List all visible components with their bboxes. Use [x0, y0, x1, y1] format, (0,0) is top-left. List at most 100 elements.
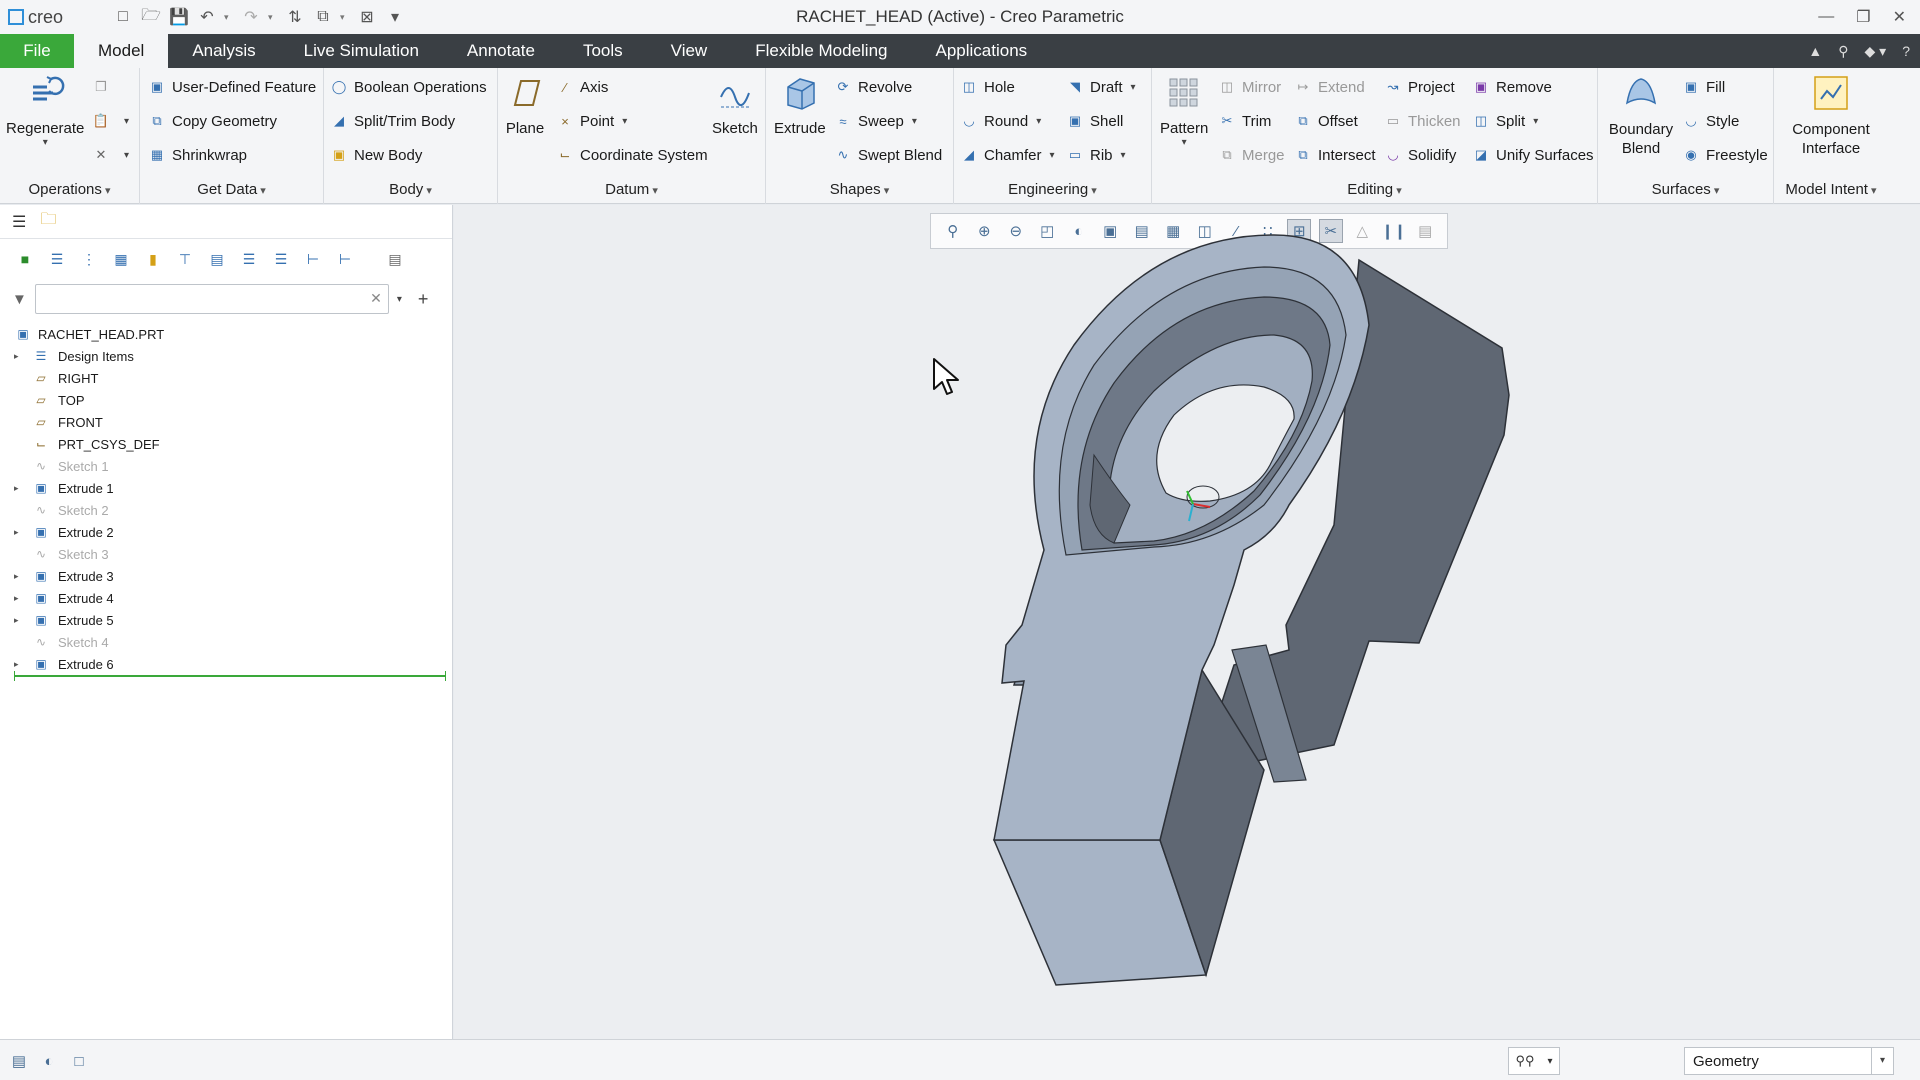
- graphics-window[interactable]: ⚲ ⊕ ⊖ ◰ ◐ ▣ ▤ ▦ ◫ ⁄ ∷ ⊞ ✂ △ ❙❙ ▤: [454, 205, 1920, 1039]
- freestyle-button[interactable]: ◉ Freestyle: [1682, 146, 1767, 164]
- undo-icon[interactable]: ↶: [196, 6, 218, 28]
- pattern-button[interactable]: Pattern ▾: [1160, 72, 1208, 148]
- column-display-icon[interactable]: ▦: [110, 248, 132, 270]
- tree-item[interactable]: ▸ ▣ Extrude 4: [14, 587, 452, 609]
- tree-item[interactable]: ▸ ▣ Extrude 6: [14, 653, 452, 675]
- help-icon[interactable]: ?: [1902, 43, 1910, 59]
- rib-button[interactable]: ▭ Rib ▾: [1066, 146, 1126, 164]
- round-dropdown-icon[interactable]: ▾: [1036, 116, 1041, 127]
- copy-button[interactable]: ❐: [92, 78, 116, 96]
- collapse-all-icon[interactable]: ⋮: [78, 248, 100, 270]
- selection-filter-dropdown-icon[interactable]: ▾: [1871, 1048, 1893, 1074]
- close-window-icon[interactable]: ⊠: [356, 6, 378, 28]
- solidify-button[interactable]: ◡ Solidify: [1384, 146, 1456, 164]
- new-body-button[interactable]: ▣ New Body: [330, 146, 423, 164]
- tab-view[interactable]: View: [647, 34, 732, 68]
- round-button[interactable]: ◡ Round ▾: [960, 112, 1041, 130]
- plane-button[interactable]: Plane: [504, 72, 546, 137]
- tab-flexible-modeling[interactable]: Flexible Modeling: [731, 34, 911, 68]
- group-label-operations[interactable]: Operations: [0, 181, 139, 198]
- expand-arrow-icon[interactable]: ▸: [14, 659, 32, 670]
- tree-columns-icon[interactable]: ▤: [206, 248, 228, 270]
- swept-blend-button[interactable]: ∿ Swept Blend: [834, 146, 943, 164]
- clear-search-icon[interactable]: ✕: [370, 290, 382, 307]
- group-label-model-intent[interactable]: Model Intent: [1774, 181, 1888, 198]
- show-navigator-icon[interactable]: ▤: [8, 1050, 30, 1072]
- boolean-operations-button[interactable]: ◯ Boolean Operations: [330, 78, 487, 96]
- group-label-body[interactable]: Body: [324, 181, 497, 198]
- search-icon[interactable]: ⚲: [1838, 43, 1848, 60]
- draft-button[interactable]: ◥ Draft ▾: [1066, 78, 1136, 96]
- tab-model[interactable]: Model: [74, 34, 169, 68]
- draft-dropdown-icon[interactable]: ▾: [1131, 82, 1136, 93]
- selection-filter-select[interactable]: Geometry ▾: [1684, 1047, 1894, 1075]
- tree-item[interactable]: ▱ FRONT: [14, 411, 452, 433]
- coordinate-system-button[interactable]: ⌙ Coordinate System: [556, 146, 708, 164]
- user-defined-feature-button[interactable]: ▣ User-Defined Feature: [148, 78, 316, 96]
- split-button[interactable]: ◫ Split ▾: [1472, 112, 1538, 130]
- tree-item[interactable]: ▸ ▣ Extrude 1: [14, 477, 452, 499]
- tree-item[interactable]: ∿ Sketch 4: [14, 631, 452, 653]
- expand-arrow-icon[interactable]: ▸: [14, 571, 32, 582]
- shrinkwrap-button[interactable]: ▦ Shrinkwrap: [148, 146, 247, 164]
- delete-button[interactable]: ✕ ▾: [92, 146, 129, 164]
- layers-icon[interactable]: ☰: [270, 248, 292, 270]
- save-icon[interactable]: 💾: [168, 6, 190, 28]
- point-dropdown-icon[interactable]: ▾: [622, 116, 627, 127]
- expand-all-icon[interactable]: ☰: [46, 248, 68, 270]
- tree-item[interactable]: ⌙ PRT_CSYS_DEF: [14, 433, 452, 455]
- tab-analysis[interactable]: Analysis: [168, 34, 279, 68]
- 3d-model-rachet-head[interactable]: [454, 205, 1920, 1039]
- show-browser-icon[interactable]: ◐: [38, 1050, 60, 1072]
- sketch-button[interactable]: Sketch: [712, 72, 758, 137]
- tree-filters-icon[interactable]: ⊤: [174, 248, 196, 270]
- find-dropdown-icon[interactable]: ▾: [1547, 1056, 1552, 1067]
- rib-dropdown-icon[interactable]: ▾: [1121, 150, 1126, 161]
- show-icon[interactable]: ■: [14, 248, 36, 270]
- expand-arrow-icon[interactable]: ▸: [14, 615, 32, 626]
- unify-surfaces-button[interactable]: ◪ Unify Surfaces: [1472, 146, 1594, 164]
- group-label-datum[interactable]: Datum: [498, 181, 765, 198]
- close-icon[interactable]: ✕: [1893, 7, 1906, 27]
- tree-item[interactable]: ▱ RIGHT: [14, 367, 452, 389]
- point-button[interactable]: × Point ▾: [556, 112, 627, 130]
- pattern-dropdown-icon[interactable]: ▾: [1182, 137, 1187, 148]
- tree-search-input[interactable]: ✕: [34, 284, 389, 314]
- regenerate-button[interactable]: Regenerate ▾: [6, 72, 84, 148]
- insert-here-marker[interactable]: [14, 671, 446, 681]
- intersect-button[interactable]: ⧉ Intersect: [1294, 146, 1375, 164]
- model-tree-tab-icon[interactable]: ☰: [12, 212, 26, 232]
- filter-icon[interactable]: ▼: [12, 291, 27, 308]
- customize-toolbar-icon[interactable]: ▾: [384, 6, 406, 28]
- undo-dropdown-icon[interactable]: ▾: [224, 12, 234, 23]
- regenerate-quick-icon[interactable]: ⇅: [284, 6, 306, 28]
- mirror-button[interactable]: ◫ Mirror: [1218, 78, 1281, 96]
- boundary-blend-button[interactable]: Boundary Blend: [1606, 72, 1676, 158]
- minimize-icon[interactable]: —: [1818, 8, 1834, 26]
- extend-button[interactable]: ↦ Extend: [1294, 78, 1365, 96]
- sweep-button[interactable]: ≈ Sweep ▾: [834, 112, 916, 130]
- tree-item[interactable]: ▱ TOP: [14, 389, 452, 411]
- offset-button[interactable]: ⧉ Offset: [1294, 112, 1357, 130]
- remove-button[interactable]: ▣ Remove: [1472, 78, 1552, 96]
- extrude-button[interactable]: Extrude: [774, 72, 826, 137]
- expand-arrow-icon[interactable]: ▸: [14, 483, 32, 494]
- regenerate-dropdown-icon[interactable]: ▾: [43, 137, 48, 148]
- structure-icon[interactable]: ⊢: [334, 248, 356, 270]
- hierarchy-icon[interactable]: ⊢: [302, 248, 324, 270]
- new-file-icon[interactable]: □: [112, 6, 134, 28]
- tree-root[interactable]: ▣ RACHET_HEAD.PRT: [14, 323, 452, 345]
- notes-icon[interactable]: ▤: [384, 248, 406, 270]
- split-dropdown-icon[interactable]: ▾: [1533, 116, 1538, 127]
- add-filter-icon[interactable]: +: [418, 289, 429, 310]
- tree-item[interactable]: ∿ Sketch 2: [14, 499, 452, 521]
- windows-icon[interactable]: ⧉: [312, 6, 334, 28]
- chamfer-button[interactable]: ◢ Chamfer ▾: [960, 146, 1055, 164]
- tab-tools[interactable]: Tools: [559, 34, 647, 68]
- find-button[interactable]: ⚲⚲ ▾: [1508, 1047, 1560, 1075]
- redo-icon[interactable]: ↷: [240, 6, 262, 28]
- fill-button[interactable]: ▣ Fill: [1682, 78, 1725, 96]
- axis-button[interactable]: ⁄ Axis: [556, 78, 608, 96]
- revolve-button[interactable]: ⟳ Revolve: [834, 78, 913, 96]
- chamfer-dropdown-icon[interactable]: ▾: [1050, 150, 1055, 161]
